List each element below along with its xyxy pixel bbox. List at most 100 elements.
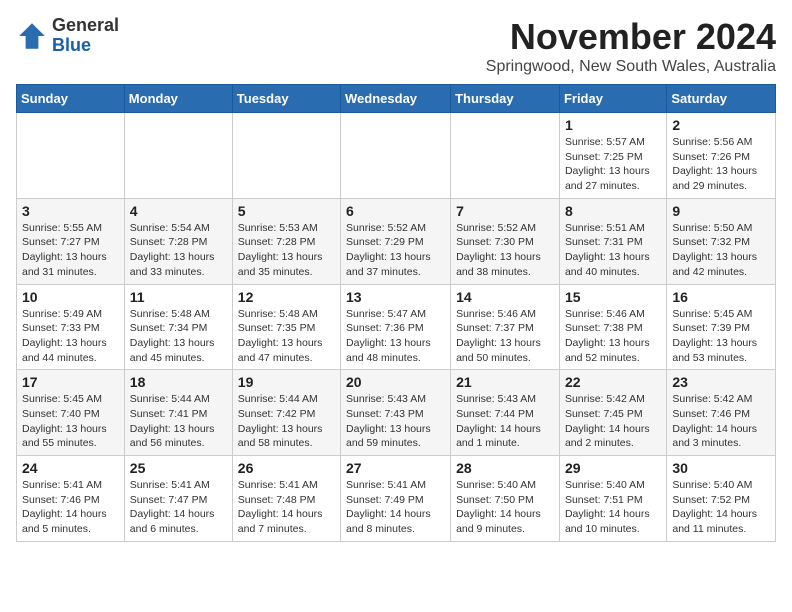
- day-number: 7: [456, 203, 554, 219]
- day-info: Sunrise: 5:40 AM Sunset: 7:52 PM Dayligh…: [672, 478, 770, 537]
- calendar-cell: 1 Sunrise: 5:57 AM Sunset: 7:25 PM Daylig…: [559, 113, 666, 199]
- calendar-cell: 16 Sunrise: 5:45 AM Sunset: 7:39 PM Dayli…: [667, 284, 776, 370]
- day-info: Sunrise: 5:47 AM Sunset: 7:36 PM Dayligh…: [346, 307, 445, 366]
- day-info: Sunrise: 5:41 AM Sunset: 7:47 PM Dayligh…: [130, 478, 227, 537]
- day-info: Sunrise: 5:41 AM Sunset: 7:48 PM Dayligh…: [238, 478, 335, 537]
- day-number: 28: [456, 460, 554, 476]
- logo-blue: Blue: [52, 36, 119, 56]
- day-info: Sunrise: 5:40 AM Sunset: 7:50 PM Dayligh…: [456, 478, 554, 537]
- day-number: 3: [22, 203, 119, 219]
- weekday-header: Wednesday: [341, 85, 451, 113]
- day-number: 14: [456, 289, 554, 305]
- calendar-cell: 13 Sunrise: 5:47 AM Sunset: 7:36 PM Dayli…: [341, 284, 451, 370]
- calendar-cell: [341, 113, 451, 199]
- day-info: Sunrise: 5:43 AM Sunset: 7:44 PM Dayligh…: [456, 392, 554, 451]
- day-number: 13: [346, 289, 445, 305]
- calendar-cell: 2 Sunrise: 5:56 AM Sunset: 7:26 PM Daylig…: [667, 113, 776, 199]
- calendar-cell: 30 Sunrise: 5:40 AM Sunset: 7:52 PM Dayli…: [667, 456, 776, 542]
- calendar-week-row: 24 Sunrise: 5:41 AM Sunset: 7:46 PM Dayli…: [17, 456, 776, 542]
- day-info: Sunrise: 5:53 AM Sunset: 7:28 PM Dayligh…: [238, 221, 335, 280]
- calendar-week-row: 3 Sunrise: 5:55 AM Sunset: 7:27 PM Daylig…: [17, 198, 776, 284]
- calendar-cell: 21Sunrise: 5:43 AM Sunset: 7:44 PM Dayli…: [451, 370, 560, 456]
- day-info: Sunrise: 5:44 AM Sunset: 7:41 PM Dayligh…: [130, 392, 227, 451]
- day-info: Sunrise: 5:42 AM Sunset: 7:46 PM Dayligh…: [672, 392, 770, 451]
- calendar-cell: 23 Sunrise: 5:42 AM Sunset: 7:46 PM Dayli…: [667, 370, 776, 456]
- day-info: Sunrise: 5:48 AM Sunset: 7:35 PM Dayligh…: [238, 307, 335, 366]
- calendar-cell: 27 Sunrise: 5:41 AM Sunset: 7:49 PM Dayli…: [341, 456, 451, 542]
- day-number: 2: [672, 117, 770, 133]
- calendar-cell: 9Sunrise: 5:50 AM Sunset: 7:32 PM Daylig…: [667, 198, 776, 284]
- month-title: November 2024: [486, 16, 776, 58]
- day-number: 27: [346, 460, 445, 476]
- logo: General Blue: [16, 16, 119, 56]
- day-number: 22: [565, 374, 661, 390]
- day-number: 29: [565, 460, 661, 476]
- calendar-cell: 14Sunrise: 5:46 AM Sunset: 7:37 PM Dayli…: [451, 284, 560, 370]
- day-info: Sunrise: 5:45 AM Sunset: 7:40 PM Dayligh…: [22, 392, 119, 451]
- calendar-cell: 17 Sunrise: 5:45 AM Sunset: 7:40 PM Dayli…: [17, 370, 125, 456]
- calendar-cell: 29 Sunrise: 5:40 AM Sunset: 7:51 PM Dayli…: [559, 456, 666, 542]
- calendar-cell: 3 Sunrise: 5:55 AM Sunset: 7:27 PM Daylig…: [17, 198, 125, 284]
- day-number: 1: [565, 117, 661, 133]
- day-info: Sunrise: 5:41 AM Sunset: 7:49 PM Dayligh…: [346, 478, 445, 537]
- calendar-table: SundayMondayTuesdayWednesdayThursdayFrid…: [16, 84, 776, 542]
- calendar-cell: 28 Sunrise: 5:40 AM Sunset: 7:50 PM Dayli…: [451, 456, 560, 542]
- logo-icon: [16, 20, 48, 52]
- day-number: 25: [130, 460, 227, 476]
- calendar-cell: 6Sunrise: 5:52 AM Sunset: 7:29 PM Daylig…: [341, 198, 451, 284]
- calendar-cell: [451, 113, 560, 199]
- day-info: Sunrise: 5:40 AM Sunset: 7:51 PM Dayligh…: [565, 478, 661, 537]
- calendar-cell: [232, 113, 340, 199]
- logo-general: General: [52, 16, 119, 36]
- calendar-cell: 5 Sunrise: 5:53 AM Sunset: 7:28 PM Daylig…: [232, 198, 340, 284]
- calendar-week-row: 17 Sunrise: 5:45 AM Sunset: 7:40 PM Dayli…: [17, 370, 776, 456]
- day-info: Sunrise: 5:51 AM Sunset: 7:31 PM Dayligh…: [565, 221, 661, 280]
- day-number: 18: [130, 374, 227, 390]
- day-info: Sunrise: 5:55 AM Sunset: 7:27 PM Dayligh…: [22, 221, 119, 280]
- calendar-cell: 20 Sunrise: 5:43 AM Sunset: 7:43 PM Dayli…: [341, 370, 451, 456]
- day-info: Sunrise: 5:57 AM Sunset: 7:25 PM Dayligh…: [565, 135, 661, 194]
- day-info: Sunrise: 5:45 AM Sunset: 7:39 PM Dayligh…: [672, 307, 770, 366]
- location-title: Springwood, New South Wales, Australia: [486, 58, 776, 76]
- weekday-header: Monday: [124, 85, 232, 113]
- day-number: 5: [238, 203, 335, 219]
- day-number: 16: [672, 289, 770, 305]
- weekday-header: Tuesday: [232, 85, 340, 113]
- title-section: November 2024 Springwood, New South Wale…: [486, 16, 776, 76]
- day-number: 15: [565, 289, 661, 305]
- day-info: Sunrise: 5:44 AM Sunset: 7:42 PM Dayligh…: [238, 392, 335, 451]
- day-info: Sunrise: 5:43 AM Sunset: 7:43 PM Dayligh…: [346, 392, 445, 451]
- header: General Blue November 2024 Springwood, N…: [16, 16, 776, 76]
- day-info: Sunrise: 5:56 AM Sunset: 7:26 PM Dayligh…: [672, 135, 770, 194]
- day-number: 17: [22, 374, 119, 390]
- calendar-cell: 25 Sunrise: 5:41 AM Sunset: 7:47 PM Dayli…: [124, 456, 232, 542]
- day-number: 23: [672, 374, 770, 390]
- day-info: Sunrise: 5:42 AM Sunset: 7:45 PM Dayligh…: [565, 392, 661, 451]
- day-number: 12: [238, 289, 335, 305]
- weekday-header-row: SundayMondayTuesdayWednesdayThursdayFrid…: [17, 85, 776, 113]
- calendar-cell: 7Sunrise: 5:52 AM Sunset: 7:30 PM Daylig…: [451, 198, 560, 284]
- day-number: 24: [22, 460, 119, 476]
- calendar-cell: 24 Sunrise: 5:41 AM Sunset: 7:46 PM Dayli…: [17, 456, 125, 542]
- day-info: Sunrise: 5:50 AM Sunset: 7:32 PM Dayligh…: [672, 221, 770, 280]
- day-info: Sunrise: 5:46 AM Sunset: 7:38 PM Dayligh…: [565, 307, 661, 366]
- calendar-cell: 11Sunrise: 5:48 AM Sunset: 7:34 PM Dayli…: [124, 284, 232, 370]
- day-number: 4: [130, 203, 227, 219]
- day-number: 26: [238, 460, 335, 476]
- calendar-cell: 26 Sunrise: 5:41 AM Sunset: 7:48 PM Dayli…: [232, 456, 340, 542]
- day-number: 8: [565, 203, 661, 219]
- day-info: Sunrise: 5:48 AM Sunset: 7:34 PM Dayligh…: [130, 307, 227, 366]
- day-number: 30: [672, 460, 770, 476]
- calendar-cell: [17, 113, 125, 199]
- calendar-cell: 4 Sunrise: 5:54 AM Sunset: 7:28 PM Daylig…: [124, 198, 232, 284]
- day-number: 20: [346, 374, 445, 390]
- day-number: 10: [22, 289, 119, 305]
- calendar-cell: [124, 113, 232, 199]
- calendar-cell: 22 Sunrise: 5:42 AM Sunset: 7:45 PM Dayli…: [559, 370, 666, 456]
- calendar-week-row: 10Sunrise: 5:49 AM Sunset: 7:33 PM Dayli…: [17, 284, 776, 370]
- weekday-header: Saturday: [667, 85, 776, 113]
- day-info: Sunrise: 5:41 AM Sunset: 7:46 PM Dayligh…: [22, 478, 119, 537]
- day-number: 6: [346, 203, 445, 219]
- day-info: Sunrise: 5:54 AM Sunset: 7:28 PM Dayligh…: [130, 221, 227, 280]
- calendar-cell: 18 Sunrise: 5:44 AM Sunset: 7:41 PM Dayli…: [124, 370, 232, 456]
